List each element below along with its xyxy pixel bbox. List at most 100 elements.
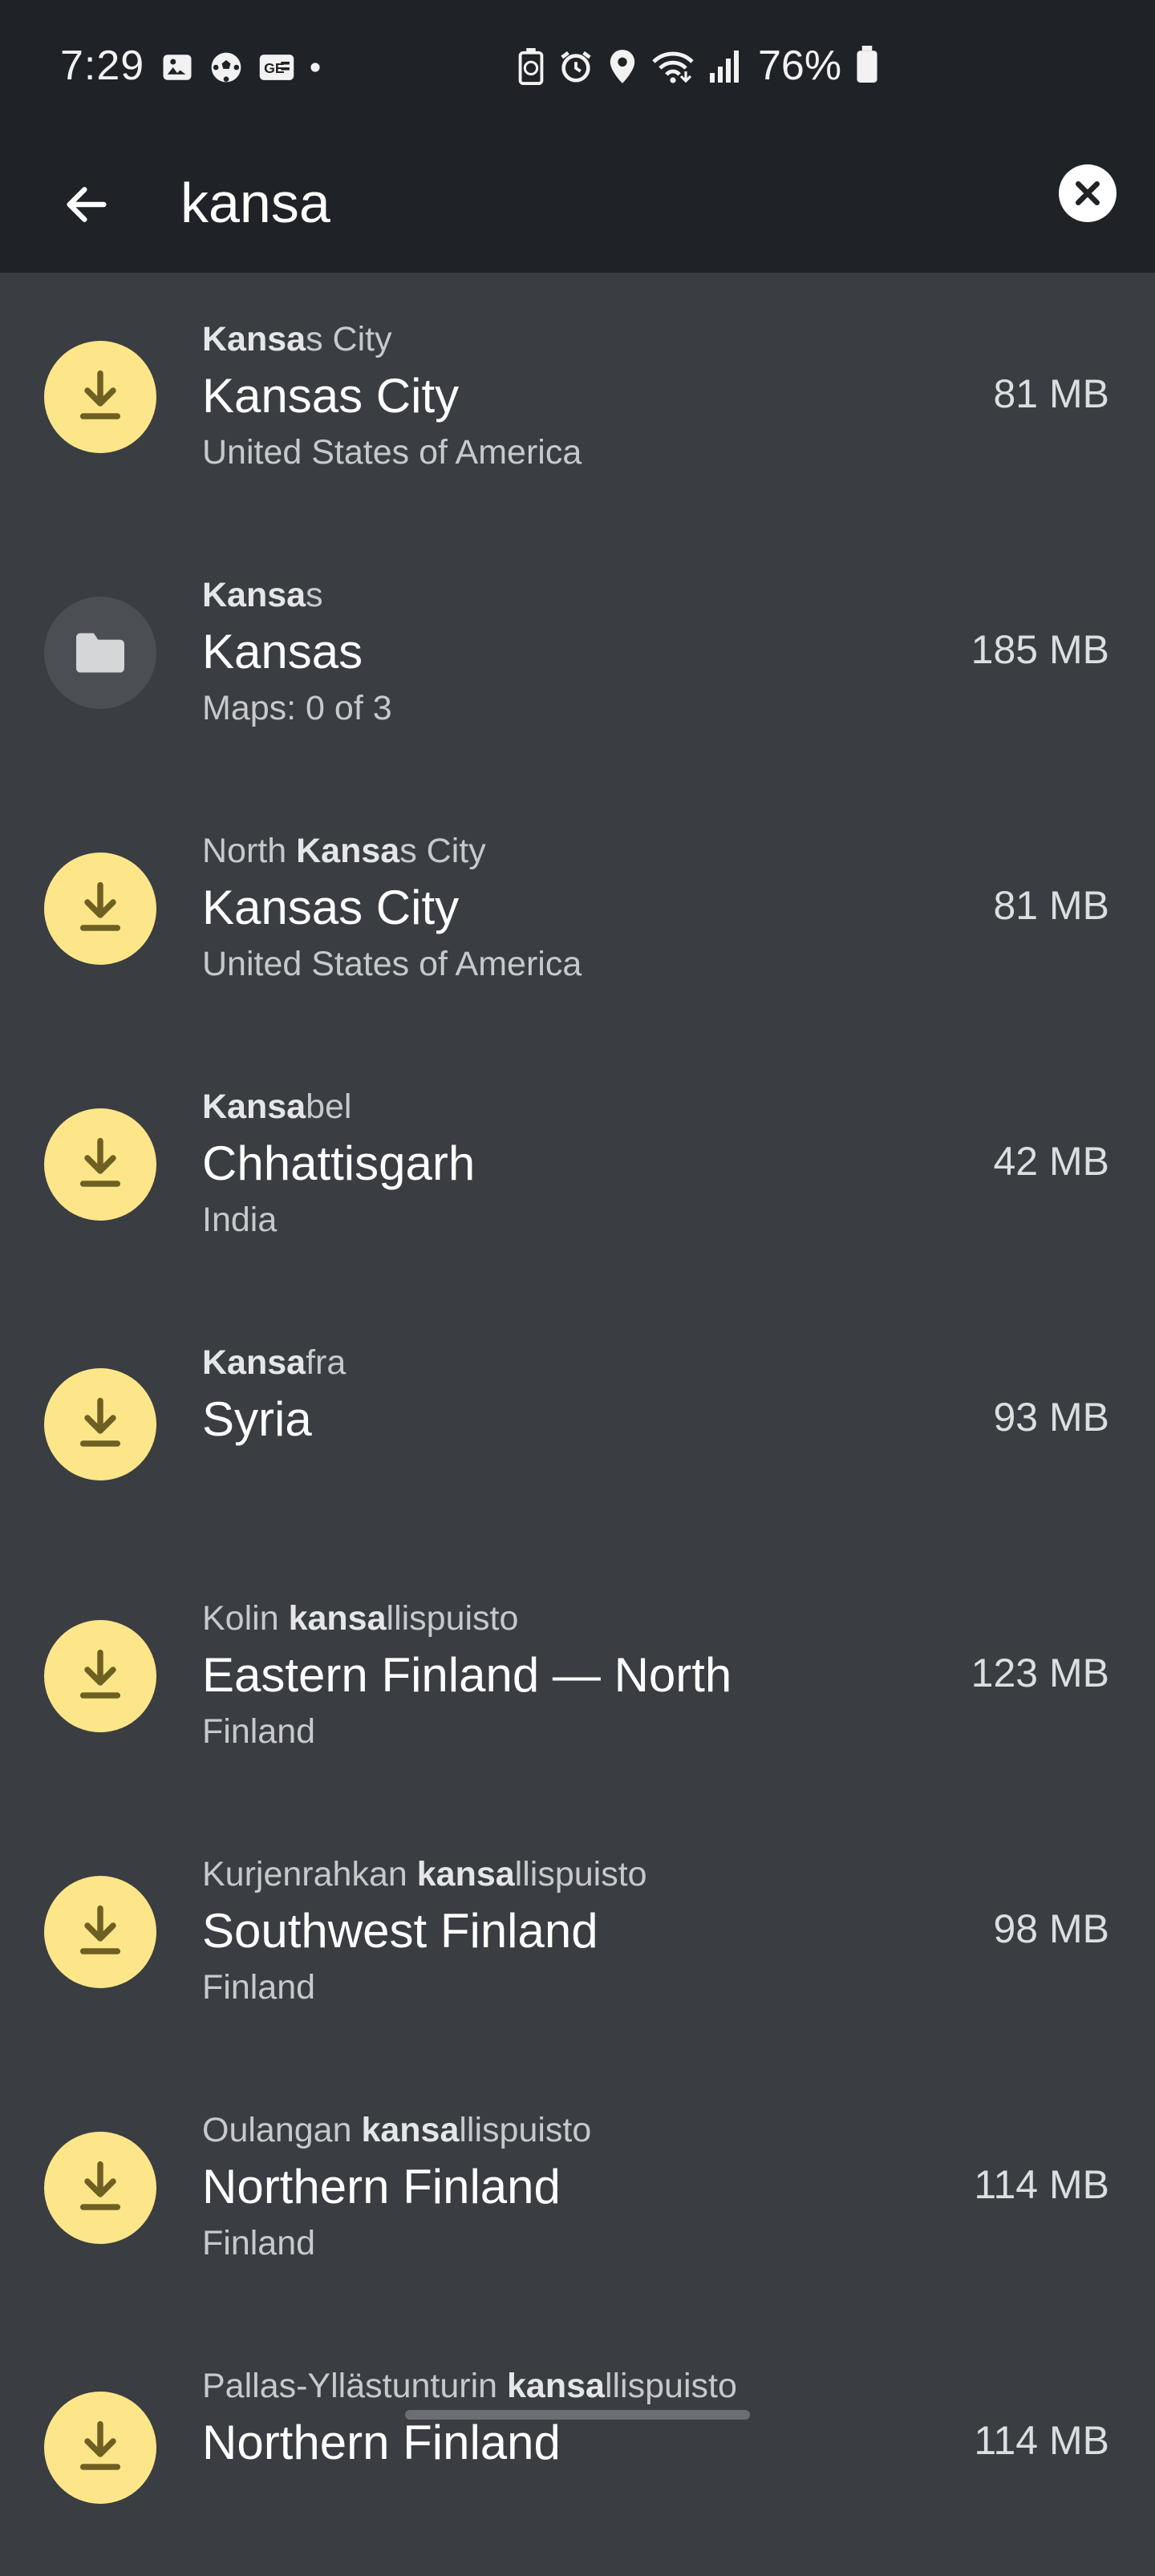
result-item[interactable]: Oulangan kansallispuisto Northern Finland… [0, 2064, 1155, 2320]
result-size: 98 MB [993, 1906, 1109, 1951]
status-bar: 7:29 GE 76% [0, 0, 1155, 136]
result-text: Kansabel Chhattisgarh India [202, 1084, 924, 1243]
result-size: 185 MB [971, 627, 1109, 672]
result-match-text: Kansas City [202, 317, 924, 362]
result-item[interactable]: Kansafra Syria 93 MB [0, 1296, 1155, 1553]
result-title: Kansas City [202, 881, 460, 934]
close-icon [1076, 181, 1100, 205]
result-size: 81 MB [993, 371, 1109, 416]
dot-icon [310, 63, 320, 72]
download-icon [79, 2420, 121, 2470]
result-match-text: Kolin kansallispuisto [202, 1596, 924, 1641]
download-icon [79, 2161, 121, 2210]
result-item[interactable]: North Kansas City Kansas City United State… [0, 784, 1155, 1041]
match-suffix: s City [399, 832, 486, 870]
match-highlight: kansa [288, 1599, 387, 1638]
result-item[interactable]: Kolin kansallispuisto Eastern Finland — N… [0, 1552, 1155, 1808]
download-button[interactable] [44, 2132, 156, 2244]
battery-icon [856, 46, 877, 83]
match-highlight: kansa [361, 2111, 460, 2149]
match-highlight: Kansa [202, 1343, 306, 1382]
clear-search-button[interactable] [1059, 164, 1116, 222]
arrow-left-icon [67, 187, 107, 222]
result-title: Eastern Finland — North [202, 1648, 732, 1702]
battery-saver-icon [518, 48, 544, 85]
result-item[interactable]: Kansas Kansas Maps: 0 of 3 185 MB [0, 529, 1155, 785]
result-size: 42 MB [993, 1139, 1109, 1184]
download-button[interactable] [44, 1620, 156, 1732]
result-match-text: Pallas-Yllästunturin kansallispuisto [202, 2363, 924, 2408]
result-subtitle: United States of America [202, 433, 582, 472]
news-card-icon: GE [259, 55, 294, 80]
location-icon [610, 50, 635, 83]
status-time: 7:29 [60, 43, 145, 89]
search-input[interactable] [180, 167, 983, 239]
home-indicator[interactable] [405, 2410, 750, 2420]
result-subtitle: Finland [202, 1712, 316, 1751]
result-text: Oulangan kansallispuisto Northern Finland… [202, 2108, 924, 2266]
result-match-text: Kansafra [202, 1340, 924, 1385]
result-subtitle: India [202, 1201, 278, 1239]
result-size: 81 MB [993, 883, 1109, 928]
battery-percentage: 76% [758, 42, 879, 90]
match-prefix: North [202, 832, 297, 870]
match-suffix: fra [306, 1343, 346, 1382]
match-suffix: s [306, 576, 323, 614]
battery-percentage-text: 76% [758, 43, 842, 89]
system-icons [517, 48, 740, 85]
download-icon [79, 881, 121, 931]
download-icon [79, 1649, 121, 1699]
result-subtitle: Finland [202, 1968, 316, 2007]
result-title: Northern Finland [202, 2416, 561, 2469]
match-highlight: kansa [416, 1855, 515, 1894]
match-highlight: Kansa [202, 576, 306, 614]
download-icon [79, 1905, 121, 1954]
download-icon [79, 1397, 121, 1447]
result-match-text: Kansas [202, 573, 924, 618]
download-button[interactable] [44, 853, 156, 965]
result-item[interactable]: Kansas City Kansas City United States of A… [0, 273, 1155, 529]
download-button[interactable] [44, 1368, 156, 1480]
match-suffix: llispuisto [459, 2111, 592, 2149]
folder-button[interactable] [44, 597, 156, 709]
result-size: 93 MB [993, 1395, 1109, 1440]
result-text: Kansafra Syria [202, 1340, 924, 1451]
result-match-text: Kurjenrahkan kansallispuisto [202, 1852, 924, 1897]
match-suffix: llispuisto [604, 2367, 737, 2405]
result-title: Syria [202, 1392, 312, 1446]
download-button[interactable] [44, 2392, 156, 2504]
result-text: Kansas Kansas Maps: 0 of 3 [202, 573, 924, 731]
soccer-ball-icon [211, 52, 241, 83]
result-text: Kurjenrahkan kansallispuisto Southwest Fi… [202, 1852, 924, 2011]
result-text: Kansas City Kansas City United States of A… [202, 317, 924, 476]
result-size: 114 MB [974, 2162, 1109, 2207]
result-size: 123 MB [971, 1651, 1109, 1695]
result-size: 114 MB [974, 2418, 1109, 2463]
result-item[interactable]: Pallas-Yllästunturin kansallispuisto Nort… [0, 2319, 1155, 2576]
result-item[interactable]: Kansabel Chhattisgarh India 42 MB [0, 1040, 1155, 1297]
match-prefix: Pallas-Yllästunturin [202, 2367, 508, 2405]
match-highlight: Kansa [202, 320, 306, 358]
result-title: Chhattisgarh [202, 1136, 476, 1190]
download-button[interactable] [44, 1876, 156, 1988]
back-button[interactable] [47, 164, 127, 245]
match-prefix: Oulangan [202, 2111, 362, 2149]
match-prefix: Kolin [202, 1599, 289, 1638]
match-suffix: llispuisto [386, 1599, 519, 1638]
result-title: Northern Finland [202, 2160, 561, 2213]
result-title: Kansas City [202, 369, 460, 423]
gallery-icon [163, 55, 192, 80]
result-title: Kansas [202, 625, 363, 678]
match-suffix: s City [306, 320, 392, 358]
result-item[interactable]: Kurjenrahkan kansallispuisto Southwest Fi… [0, 1808, 1155, 2064]
match-suffix: bel [306, 1088, 352, 1126]
result-text: North Kansas City Kansas City United State… [202, 828, 924, 987]
notification-icons: GE [160, 50, 321, 85]
result-title: Southwest Finland [202, 1904, 598, 1958]
download-button[interactable] [44, 1108, 156, 1221]
download-icon [79, 1137, 121, 1187]
match-suffix: llispuisto [514, 1855, 647, 1894]
result-match-text: Oulangan kansallispuisto [202, 2108, 924, 2153]
download-button[interactable] [44, 341, 156, 453]
result-match-text: Kansabel [202, 1084, 924, 1129]
